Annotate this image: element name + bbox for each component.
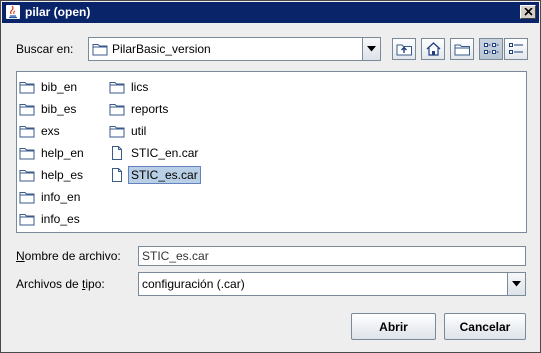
new-folder-button[interactable]	[450, 38, 474, 60]
file-type-dropdown-button[interactable]	[507, 273, 525, 295]
list-item-label: exs	[41, 123, 60, 138]
list-item-label: info_es	[41, 211, 80, 226]
window-title: pilar (open)	[25, 5, 91, 19]
folder-icon	[109, 125, 125, 137]
file-name-field[interactable]: STIC_es.car	[138, 246, 526, 266]
list-item-file[interactable]: STIC_en.car	[109, 143, 202, 162]
list-item-folder[interactable]: help_en	[19, 143, 88, 162]
look-in-value: PilarBasic_version	[112, 42, 211, 56]
home-icon	[426, 42, 441, 56]
list-item-label: STIC_es.car	[128, 165, 201, 184]
file-icon	[112, 167, 122, 182]
list-item-folder[interactable]: info_en	[19, 187, 84, 206]
file-type-label-pre: Archivos de	[16, 277, 83, 291]
list-item-folder[interactable]: reports	[109, 99, 172, 118]
close-button[interactable]	[520, 5, 536, 19]
list-item-label: bib_en	[41, 79, 78, 94]
list-item-label: help_en	[41, 145, 84, 160]
title-bar[interactable]: pilar (open)	[2, 2, 539, 23]
file-type-combo[interactable]: configuración (.car)	[138, 272, 526, 296]
look-in-label: Buscar en:	[16, 42, 74, 56]
list-view-button[interactable]	[479, 38, 503, 60]
folder-icon	[19, 125, 35, 137]
list-item-folder[interactable]: info_es	[19, 209, 84, 228]
file-name-label-rest: ombre de archivo:	[24, 249, 121, 263]
list-item-file-selected[interactable]: STIC_es.car	[109, 165, 202, 184]
folder-icon	[19, 191, 35, 203]
chevron-down-icon	[512, 281, 521, 287]
look-in-dropdown-button[interactable]	[362, 38, 380, 60]
list-item-folder[interactable]: bib_en	[19, 77, 81, 96]
list-item-label: bib_es	[41, 101, 77, 116]
details-view-icon	[509, 43, 523, 54]
folder-icon	[19, 103, 35, 115]
folder-icon	[109, 103, 125, 115]
list-item-label: help_es	[41, 167, 84, 182]
list-item-folder[interactable]: util	[109, 121, 150, 140]
file-list[interactable]: bib_en bib_es exs help_en help_es info_e…	[16, 71, 527, 233]
details-view-button[interactable]	[504, 38, 528, 60]
file-type-label: Archivos de tipo:	[16, 277, 105, 291]
home-button[interactable]	[421, 38, 445, 60]
list-item-folder[interactable]: exs	[19, 121, 64, 140]
chevron-down-icon	[367, 46, 376, 52]
cancel-button[interactable]: Cancelar	[444, 313, 526, 340]
folder-icon	[19, 81, 35, 93]
list-item-folder[interactable]: lics	[109, 77, 152, 96]
list-item-label: info_en	[41, 189, 81, 204]
folder-icon	[19, 147, 35, 159]
folder-icon	[19, 213, 35, 225]
folder-icon	[19, 169, 35, 181]
file-type-label-post: ipo:	[85, 277, 105, 291]
open-button[interactable]: Abrir	[351, 313, 436, 340]
file-type-value: configuración (.car)	[142, 277, 245, 291]
up-one-level-icon	[396, 44, 412, 56]
look-in-value-wrap: PilarBasic_version	[92, 38, 211, 60]
list-view-icon	[484, 43, 499, 54]
look-in-combo[interactable]: PilarBasic_version	[88, 37, 381, 61]
list-item-folder[interactable]: help_es	[19, 165, 87, 184]
list-item-label: STIC_en.car	[131, 145, 199, 160]
close-icon	[524, 8, 533, 16]
up-one-level-button[interactable]	[392, 38, 416, 60]
file-name-label: Nombre de archivo:	[16, 249, 121, 263]
list-item-folder[interactable]: bib_es	[19, 99, 80, 118]
java-app-icon	[6, 5, 20, 19]
list-item-label: reports	[131, 101, 169, 116]
list-item-label: util	[131, 123, 147, 138]
list-item-label: lics	[131, 79, 149, 94]
new-folder-icon	[454, 44, 470, 56]
file-icon	[112, 145, 122, 160]
folder-icon	[92, 44, 108, 56]
folder-icon	[109, 81, 125, 93]
file-open-dialog: pilar (open) Buscar en: PilarBasic_versi…	[0, 0, 541, 353]
